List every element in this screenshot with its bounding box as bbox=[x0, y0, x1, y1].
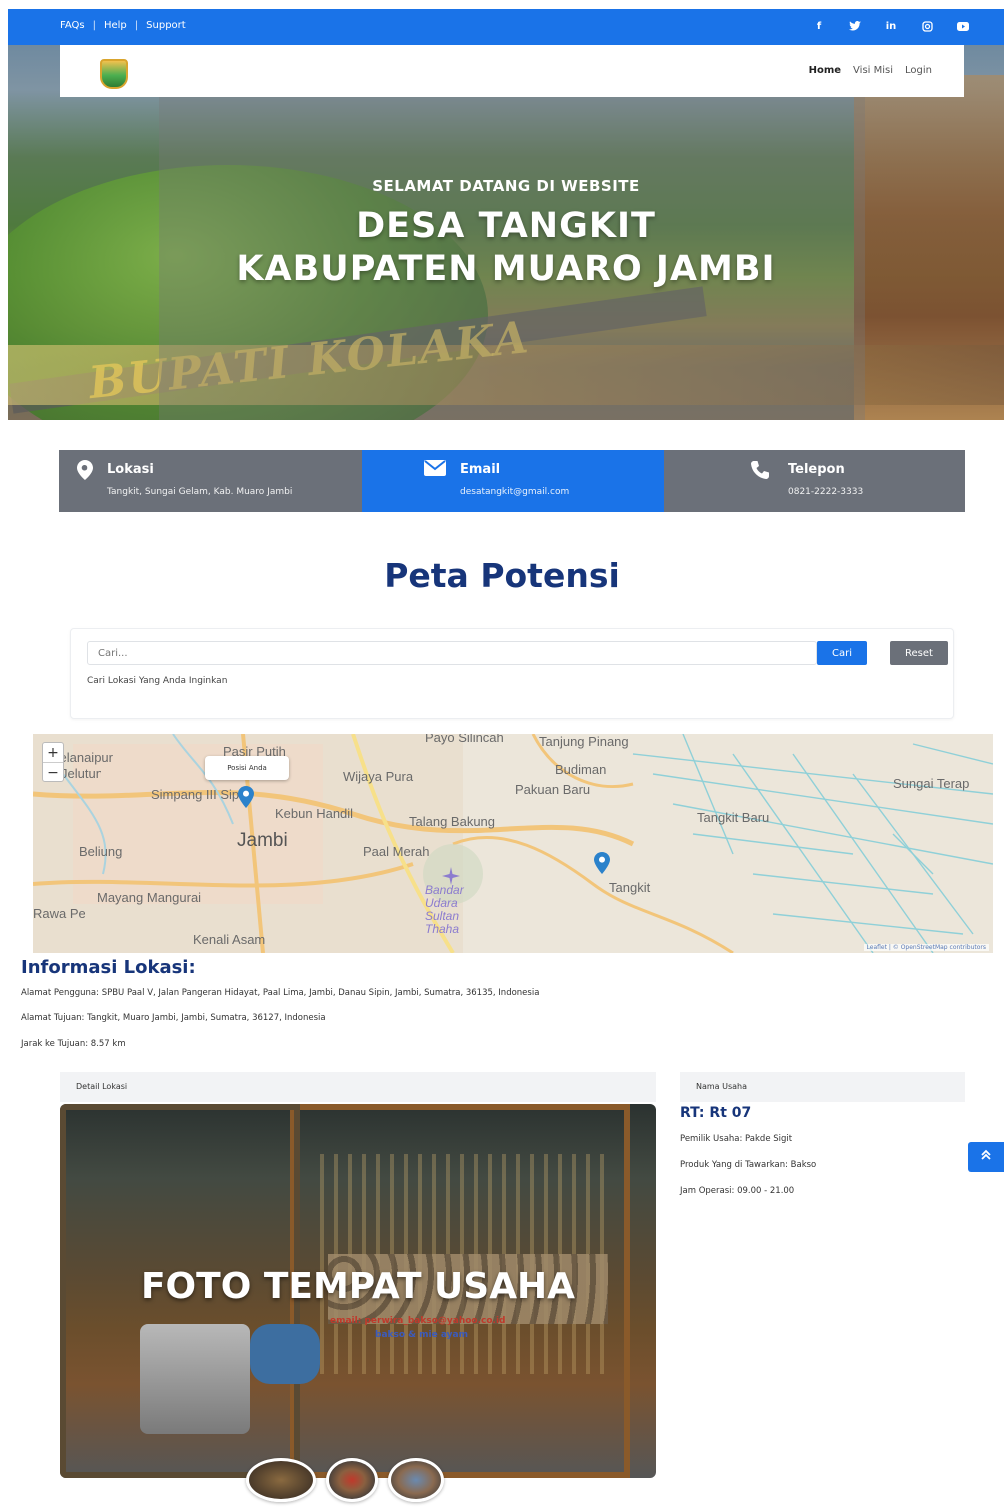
top-bar: FAQs | Help | Support f in bbox=[8, 9, 1004, 45]
search-card: Cari Reset Cari Lokasi Yang Anda Inginka… bbox=[70, 628, 954, 719]
map-label-kebun-handil: Kebun Handil bbox=[275, 806, 354, 821]
user-position-popup[interactable]: Posisi Anda bbox=[205, 756, 289, 780]
produk-usaha: Produk Yang di Tawarkan: Bakso bbox=[680, 1160, 817, 1170]
destination-pin-icon[interactable] bbox=[594, 852, 610, 874]
nav-visi-misi[interactable]: Visi Misi bbox=[853, 65, 893, 76]
zoom-control: + − bbox=[42, 742, 64, 782]
jam-operasi: Jam Operasi: 09.00 - 21.00 bbox=[680, 1186, 795, 1196]
map-label-beliung: Beliung bbox=[79, 844, 123, 859]
map-label-mayang-mangurai: Mayang Mangurai bbox=[97, 890, 202, 905]
contact-email: Email desatangkit@gmail.com bbox=[362, 450, 664, 512]
reset-button[interactable]: Reset bbox=[890, 641, 948, 665]
twitter-icon[interactable] bbox=[848, 19, 862, 33]
top-links: FAQs | Help | Support bbox=[60, 20, 186, 31]
search-input[interactable] bbox=[87, 641, 817, 665]
business-photo[interactable]: FOTO TEMPAT USAHA email: perwira_bakso@y… bbox=[60, 1104, 656, 1478]
support-link[interactable]: Support bbox=[146, 20, 186, 31]
nav-menu: Home Visi Misi Login bbox=[809, 65, 932, 76]
map-label-kenali-asam: Kenali Asam bbox=[193, 932, 266, 947]
photo-sign-text-2: bakso & mie ayam bbox=[375, 1330, 468, 1340]
map-label-simpang-iii-sipin: Simpang III Sipin bbox=[151, 787, 250, 802]
separator: | bbox=[134, 20, 139, 31]
contact-telepon: Telepon 0821-2222-3333 bbox=[664, 450, 965, 512]
email-value[interactable]: desatangkit@gmail.com bbox=[460, 487, 569, 497]
nama-usaha-header: Nama Usaha bbox=[680, 1072, 965, 1102]
user-location-pin-icon[interactable] bbox=[238, 786, 254, 808]
informasi-title: Informasi Lokasi: bbox=[21, 957, 196, 978]
navbar: Home Visi Misi Login bbox=[60, 45, 964, 97]
search-button[interactable]: Cari bbox=[817, 641, 867, 665]
faqs-link[interactable]: FAQs bbox=[60, 20, 85, 31]
social-links: f in bbox=[812, 19, 970, 33]
instagram-icon[interactable] bbox=[920, 19, 934, 33]
phone-icon bbox=[750, 460, 770, 485]
lokasi-value: Tangkit, Sungai Gelam, Kab. Muaro Jambi bbox=[107, 487, 293, 497]
thumbnail-1[interactable] bbox=[246, 1458, 316, 1502]
jarak-tujuan: Jarak ke Tujuan: 8.57 km bbox=[21, 1039, 126, 1049]
rt-title: RT: Rt 07 bbox=[680, 1105, 752, 1121]
nav-login[interactable]: Login bbox=[905, 65, 932, 76]
double-chevron-up-icon bbox=[981, 1149, 991, 1160]
envelope-icon bbox=[424, 460, 446, 481]
thumbnail-3[interactable] bbox=[388, 1458, 444, 1502]
map-tiles bbox=[33, 734, 993, 953]
map-label-sungai-terap: Sungai Terap bbox=[893, 776, 970, 791]
telepon-value[interactable]: 0821-2222-3333 bbox=[788, 487, 863, 497]
airport-icon bbox=[442, 867, 460, 885]
search-help-text: Cari Lokasi Yang Anda Inginkan bbox=[87, 676, 228, 686]
map-label-paal-merah: Paal Merah bbox=[363, 844, 430, 859]
map-attribution[interactable]: Leaflet | © OpenStreetMap contributors bbox=[863, 944, 989, 951]
map-label-wijaya-pura: Wijaya Pura bbox=[343, 769, 414, 784]
map-label-budiman: Budiman bbox=[555, 762, 607, 777]
zoom-in-button[interactable]: + bbox=[43, 743, 63, 763]
thumbnail-2[interactable] bbox=[326, 1458, 378, 1502]
map-label-pakuan-baru: Pakuan Baru bbox=[515, 782, 591, 797]
linkedin-icon[interactable]: in bbox=[884, 19, 898, 33]
map-label-jelutung: Jelutung bbox=[61, 766, 101, 781]
email-label: Email bbox=[460, 462, 501, 477]
facebook-icon[interactable]: f bbox=[812, 19, 826, 33]
photo-sign-text: email: perwira_bakso@yahoo.co.id bbox=[330, 1316, 506, 1326]
section-title: Peta Potensi bbox=[384, 556, 620, 595]
separator: | bbox=[92, 20, 96, 31]
potential-map[interactable]: Pasir Putih Payo Silincah Tanjung Pinang… bbox=[33, 734, 993, 953]
map-label-jambi: Jambi bbox=[237, 830, 288, 851]
map-label-rawa-pete: Rawa Pete bbox=[33, 906, 85, 921]
lokasi-label: Lokasi bbox=[107, 462, 154, 477]
hero-title: DESA TANGKIT KABUPATEN MUARO JAMBI bbox=[236, 206, 776, 289]
hero-banner: BUPATI KOLAKA SELAMAT DATANG DI WEBSITE … bbox=[8, 45, 1004, 420]
map-marker-icon bbox=[77, 460, 93, 485]
photo-caption: FOTO TEMPAT USAHA bbox=[140, 1266, 576, 1307]
contact-lokasi: Lokasi Tangkit, Sungai Gelam, Kab. Muaro… bbox=[59, 450, 362, 512]
alamat-tujuan: Alamat Tujuan: Tangkit, Muaro Jambi, Jam… bbox=[21, 1013, 326, 1023]
map-label-tangkit-baru: Tangkit Baru bbox=[697, 810, 770, 825]
telepon-label: Telepon bbox=[788, 462, 845, 477]
alamat-pengguna: Alamat Pengguna: SPBU Paal V, Jalan Pang… bbox=[21, 988, 540, 998]
hero-subtitle: SELAMAT DATANG DI WEBSITE bbox=[372, 177, 640, 195]
help-link[interactable]: Help bbox=[104, 20, 127, 31]
youtube-icon[interactable] bbox=[956, 19, 970, 33]
map-label-airport: Bandar Udara Sultan Thaha bbox=[425, 883, 464, 936]
map-label-tanjung-pinang: Tanjung Pinang bbox=[539, 734, 629, 749]
nav-home[interactable]: Home bbox=[809, 65, 841, 76]
zoom-out-button[interactable]: − bbox=[43, 763, 63, 783]
pemilik-usaha: Pemilik Usaha: Pakde Sigit bbox=[680, 1134, 793, 1144]
map-label-talang-bakung: Talang Bakung bbox=[409, 814, 496, 829]
map-label-payo-silincah: Payo Silincah bbox=[425, 734, 504, 745]
detail-lokasi-header: Detail Lokasi bbox=[60, 1072, 656, 1102]
photo-thumbnails bbox=[246, 1458, 444, 1502]
map-label-tangkit: Tangkit bbox=[609, 880, 651, 895]
village-logo[interactable] bbox=[100, 59, 128, 89]
back-to-top-button[interactable] bbox=[968, 1142, 1004, 1172]
